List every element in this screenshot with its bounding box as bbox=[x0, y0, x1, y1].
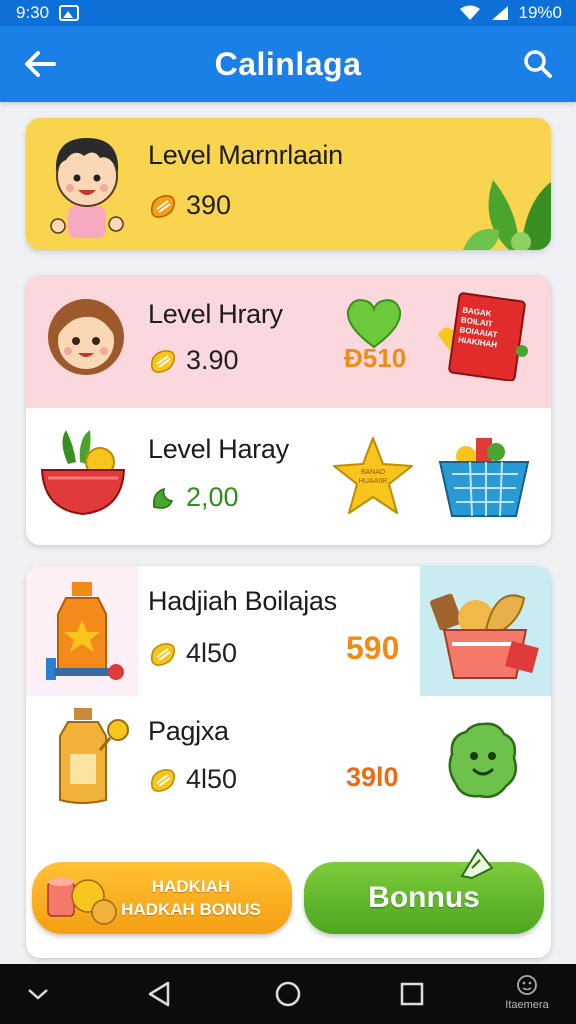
green-mascot-icon bbox=[448, 722, 517, 799]
search-icon bbox=[524, 50, 552, 78]
coin-value: 4l50 bbox=[148, 764, 237, 795]
list-item-pagjxa[interactable]: Pagjxa 4l50 39l0 bbox=[26, 696, 551, 846]
nav-recents-button[interactable] bbox=[394, 978, 430, 1010]
item-label: Pagjxa bbox=[148, 716, 229, 746]
nav-home-icon bbox=[275, 981, 301, 1007]
ticket-icon bbox=[460, 848, 494, 880]
hadiah-bonus-button[interactable]: HADKIAH HADKAH BONUS bbox=[32, 862, 292, 934]
signal-icon bbox=[491, 6, 508, 20]
back-arrow-icon bbox=[25, 51, 56, 77]
bonus-button[interactable]: Bonnus bbox=[304, 848, 544, 934]
nav-back-icon bbox=[148, 981, 170, 1007]
item-label: Hadjiah Boilajas bbox=[148, 586, 337, 616]
nav-collapse-button[interactable] bbox=[20, 978, 56, 1010]
nav-home-button[interactable] bbox=[270, 978, 306, 1010]
price-label: 39l0 bbox=[346, 762, 399, 792]
nav-recents-icon bbox=[400, 982, 424, 1006]
coin-icon bbox=[151, 349, 176, 373]
battery-level: 19%0 bbox=[518, 3, 562, 22]
juice-bottle-icon bbox=[59, 708, 129, 804]
level-card-second: Level Hrary 3.90 Ð510 BAGAK BOILAIT BOIA… bbox=[26, 275, 551, 545]
coin-icon bbox=[151, 768, 176, 792]
coin-value: 3.90 bbox=[148, 345, 239, 376]
coin-icon bbox=[151, 194, 176, 218]
basket-icon bbox=[438, 438, 530, 517]
girl-avatar bbox=[48, 299, 124, 375]
assistant-shortcut[interactable]: Itaemera bbox=[492, 974, 562, 1011]
coin-value: 4l50 bbox=[148, 638, 237, 669]
price-label: Ð510 bbox=[344, 343, 407, 373]
back-button[interactable] bbox=[20, 46, 60, 82]
app-bar: Calinlaga bbox=[0, 26, 576, 102]
coin-amount: 4l50 bbox=[186, 638, 238, 668]
gift-icon bbox=[47, 878, 117, 925]
coin-value: 390 bbox=[148, 190, 231, 221]
leaves-decoration bbox=[463, 180, 551, 250]
book-icon: BAGAK BOILAIT BOIAAIAT HIAKIHAH bbox=[436, 291, 532, 381]
search-button[interactable] bbox=[518, 46, 558, 82]
leaf-coin-icon bbox=[152, 487, 174, 509]
bread-bowl-icon bbox=[430, 593, 539, 679]
page-title: Calinlaga bbox=[214, 45, 362, 82]
bottle-icon bbox=[46, 582, 124, 680]
price-label: 590 bbox=[346, 630, 400, 666]
chevron-down-icon bbox=[28, 989, 48, 1000]
list-item-level-hrary[interactable]: Level Hrary 3.90 Ð510 BAGAK BOILAIT BOIA… bbox=[26, 275, 551, 408]
coin-amount: 2,00 bbox=[186, 482, 239, 512]
coin-icon bbox=[151, 642, 176, 666]
coin-value: 2,00 bbox=[148, 482, 239, 513]
heart-icon bbox=[346, 299, 402, 349]
hadiah-bonus-label: HADKIAH HADKAH BONUS bbox=[121, 877, 261, 919]
nav-back-button[interactable] bbox=[142, 978, 178, 1010]
level-label: Level Haray bbox=[148, 434, 289, 464]
assistant-icon bbox=[517, 975, 537, 995]
bonus-label: Bonnus bbox=[368, 881, 480, 914]
status-time: 9:30 bbox=[16, 3, 50, 22]
list-item-level-haray[interactable]: Level Haray 2,00 BANAD HUAAIIR bbox=[26, 408, 551, 545]
level-label: Level Hrary bbox=[148, 299, 283, 329]
coin-amount: 390 bbox=[186, 190, 232, 220]
boy-avatar bbox=[50, 138, 124, 238]
star-icon: BANAD HUAAIIR bbox=[332, 436, 414, 516]
level-label: Level Marnrlaain bbox=[148, 140, 343, 170]
status-bar: 9:30 19%0 bbox=[0, 0, 576, 26]
coin-amount: 3.90 bbox=[186, 345, 239, 375]
assistant-label: Itaemera bbox=[505, 999, 549, 1011]
system-nav-bar: Itaemera bbox=[0, 964, 576, 1024]
fruit-bowl-icon bbox=[40, 430, 126, 516]
gift-card: Hadjiah Boilajas 4l50 590 Pagjxa 4l50 39… bbox=[26, 566, 551, 958]
coin-amount: 4l50 bbox=[186, 764, 238, 794]
gallery-notification-icon bbox=[59, 5, 80, 21]
list-item-hadjiah[interactable]: Hadjiah Boilajas 4l50 590 bbox=[26, 566, 551, 696]
wifi-icon bbox=[459, 5, 480, 20]
level-card-first[interactable]: Level Marnrlaain 390 bbox=[26, 118, 551, 250]
